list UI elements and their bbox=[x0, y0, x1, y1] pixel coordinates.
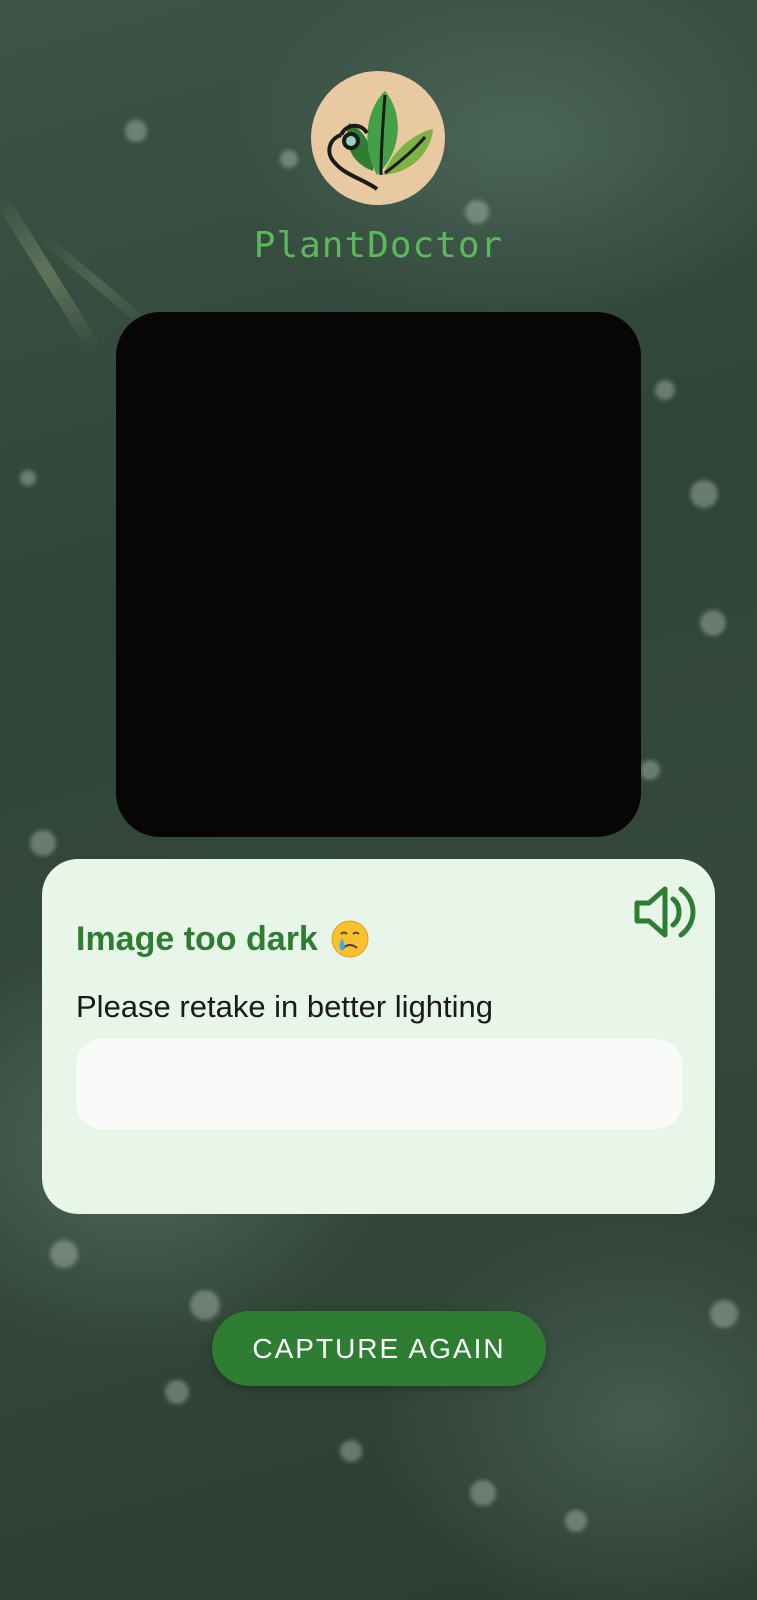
captured-image-preview bbox=[116, 312, 641, 837]
result-title-text: Image too dark bbox=[76, 919, 318, 958]
speaker-icon[interactable] bbox=[631, 881, 699, 943]
plant-doctor-logo-icon bbox=[311, 71, 445, 205]
result-message: Please retake in better lighting bbox=[76, 989, 494, 1024]
crying-face-emoji bbox=[330, 919, 370, 959]
result-title: Image too dark bbox=[76, 919, 370, 959]
app-title: PlantDoctor bbox=[253, 225, 504, 266]
result-card: Image too dark Please retake in better l… bbox=[42, 859, 715, 1214]
capture-again-button[interactable]: CAPTURE AGAIN bbox=[212, 1311, 546, 1386]
result-details-box bbox=[76, 1039, 682, 1129]
